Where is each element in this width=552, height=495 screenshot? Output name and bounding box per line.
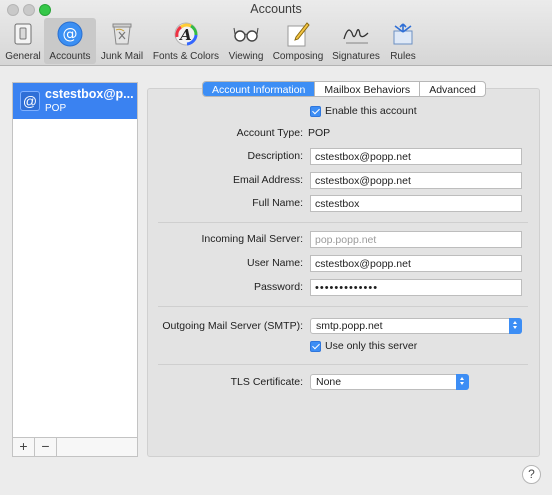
toolbar-signatures[interactable]: Signatures	[330, 18, 382, 64]
toolbar-rules[interactable]: Rules	[386, 18, 420, 64]
full-name-label: Full Name:	[252, 197, 303, 209]
tab-account-information[interactable]: Account Information	[203, 82, 316, 96]
outgoing-server-label: Outgoing Mail Server (SMTP):	[162, 320, 303, 332]
description-label: Description:	[247, 150, 303, 162]
accounts-list-footer: + −	[12, 437, 138, 457]
fonts-colors-icon: A	[172, 21, 200, 47]
toolbar-general[interactable]: General	[3, 18, 43, 64]
tab-advanced[interactable]: Advanced	[420, 82, 485, 96]
enable-account-checkbox[interactable]	[310, 106, 321, 117]
remove-account-button[interactable]: −	[35, 438, 57, 456]
tls-certificate-label: TLS Certificate:	[230, 376, 303, 388]
accounts-list: @ cstestbox@p... POP	[12, 82, 138, 457]
full-name-field[interactable]: cstestbox	[310, 195, 522, 212]
password-label: Password:	[253, 281, 303, 293]
toolbar-composing[interactable]: Composing	[270, 18, 326, 64]
account-type-label: Account Type:	[236, 127, 303, 139]
glasses-icon	[232, 21, 260, 47]
toolbar-viewing-label: Viewing	[228, 51, 264, 62]
tab-mailbox-behaviors[interactable]: Mailbox Behaviors	[315, 82, 421, 96]
add-account-button[interactable]: +	[13, 438, 35, 456]
full-name-row: Full Name: cstestbox	[148, 195, 540, 212]
enable-account-label: Enable this account	[325, 105, 417, 117]
incoming-server-field[interactable]: pop.popp.net	[310, 231, 522, 248]
incoming-server-label: Incoming Mail Server:	[201, 233, 303, 245]
outgoing-server-select[interactable]: smtp.popp.net	[310, 318, 522, 334]
toolbar-junk-mail[interactable]: Junk Mail	[97, 18, 147, 64]
user-name-field[interactable]: cstestbox@popp.net	[310, 255, 522, 272]
account-type-row: Account Type: POP	[148, 125, 540, 142]
password-field[interactable]: •••••••••••••	[310, 279, 522, 296]
account-name: cstestbox@p...	[45, 87, 134, 101]
tls-certificate-row: TLS Certificate: None	[148, 374, 540, 391]
svg-text:A: A	[178, 26, 192, 44]
select-arrows-icon	[456, 374, 469, 390]
use-only-server-checkbox[interactable]	[310, 341, 321, 352]
toolbar-rules-label: Rules	[390, 51, 416, 62]
toolbar-accounts-label: Accounts	[49, 51, 91, 62]
tls-certificate-value: None	[316, 376, 342, 388]
toolbar-signatures-label: Signatures	[332, 51, 380, 62]
rules-arrows-icon	[389, 21, 417, 47]
user-name-label: User Name:	[246, 257, 303, 269]
account-type: POP	[45, 103, 67, 114]
section-divider	[158, 364, 528, 365]
signature-icon	[342, 21, 370, 47]
toolbar-fonts-colors[interactable]: A Fonts & Colors	[150, 18, 222, 64]
account-type-value: POP	[308, 127, 331, 139]
toolbar-composing-label: Composing	[272, 51, 324, 62]
toolbar: Accounts General @ Accounts Junk Mail A …	[0, 0, 552, 66]
svg-text:@: @	[63, 25, 78, 43]
account-at-icon: @	[20, 91, 40, 111]
password-row: Password: •••••••••••••	[148, 279, 540, 296]
account-list-item[interactable]: @ cstestbox@p... POP	[13, 83, 137, 119]
incoming-server-row: Incoming Mail Server: pop.popp.net	[148, 231, 540, 248]
toolbar-fonts-colors-label: Fonts & Colors	[152, 51, 220, 62]
email-label: Email Address:	[232, 174, 303, 186]
description-field[interactable]: cstestbox@popp.net	[310, 148, 522, 165]
email-row: Email Address: cstestbox@popp.net	[148, 172, 540, 189]
toolbar-general-label: General	[5, 51, 41, 62]
section-divider	[158, 306, 528, 307]
account-tabs: Account Information Mailbox Behaviors Ad…	[202, 81, 486, 97]
toolbar-junk-mail-label: Junk Mail	[100, 51, 144, 62]
select-arrows-icon	[509, 318, 522, 334]
pencil-paper-icon	[284, 21, 312, 47]
outgoing-server-value: smtp.popp.net	[316, 320, 383, 332]
section-divider	[158, 222, 528, 223]
use-only-server-label: Use only this server	[325, 340, 418, 352]
help-button[interactable]: ?	[522, 465, 541, 484]
outgoing-server-row: Outgoing Mail Server (SMTP): smtp.popp.n…	[148, 318, 540, 335]
account-details-panel	[147, 88, 540, 457]
user-name-row: User Name: cstestbox@popp.net	[148, 255, 540, 272]
window-title: Accounts	[250, 2, 302, 16]
tls-certificate-select[interactable]: None	[310, 374, 469, 390]
description-row: Description: cstestbox@popp.net	[148, 148, 540, 165]
accounts-preferences-window: Accounts General @ Accounts Junk Mail A …	[0, 0, 552, 495]
email-field[interactable]: cstestbox@popp.net	[310, 172, 522, 189]
general-switch-icon	[9, 21, 37, 47]
at-sign-icon: @	[56, 21, 84, 47]
trash-can-icon	[108, 21, 136, 47]
toolbar-accounts[interactable]: @ Accounts	[44, 18, 96, 64]
toolbar-viewing[interactable]: Viewing	[224, 18, 268, 64]
